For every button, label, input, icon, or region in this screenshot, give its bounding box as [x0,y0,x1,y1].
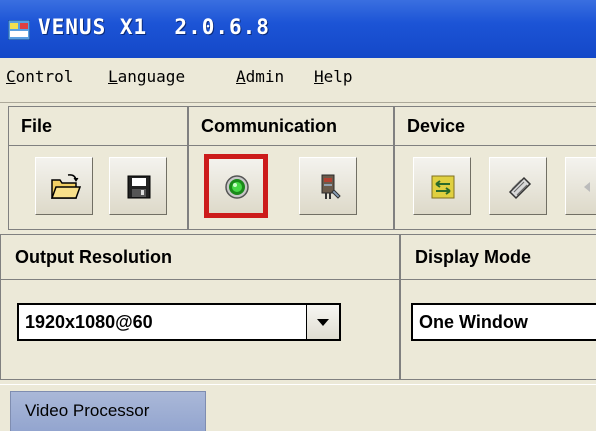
panel-display-mode: Display Mode One Window [400,234,596,380]
menu-admin-rest: dmin [245,67,285,86]
menu-bar: Control Language Admin Help [0,58,596,103]
menu-help[interactable]: Help [314,67,353,86]
save-disk-icon [127,175,151,199]
menu-language[interactable]: Language [108,67,185,86]
swap-button[interactable] [413,157,471,215]
title-bar: VENUS X1 2.0.6.8 [0,0,596,58]
display-mode-title: Display Mode [401,235,596,280]
app-icon [8,20,30,40]
save-button[interactable] [109,157,167,215]
disconnect-button[interactable] [299,157,357,215]
device-more-button[interactable] [565,157,596,215]
ribbon-toolbar: File Communication Device [0,106,596,230]
connect-green-light-icon [225,175,249,199]
chevron-down-icon [317,319,329,326]
disconnect-icon [321,174,341,199]
display-mode-value: One Window [419,312,528,332]
menu-control-rest: ontrol [15,67,74,86]
toolbar-group-file: File [8,106,188,230]
display-mode-select[interactable]: One Window [411,303,596,341]
open-button[interactable] [35,157,93,215]
output-resolution-title: Output Resolution [1,235,399,280]
more-icon [584,182,590,192]
device-tool-button[interactable] [489,157,547,215]
menu-language-rest: anguage [117,67,186,86]
menu-help-rest: elp [323,67,353,86]
group-title-device: Device [395,107,596,146]
menu-control[interactable]: Control [6,67,73,86]
menu-admin-accelerator: A [236,67,246,86]
menu-control-accelerator: C [6,67,16,86]
menu-language-accelerator: L [108,67,118,86]
open-folder-icon [50,174,82,199]
toolbar-group-communication: Communication [188,106,394,230]
output-resolution-select[interactable]: 1920x1080@60 [17,303,341,341]
window-title: VENUS X1 2.0.6.8 [38,15,270,39]
output-resolution-value: 1920x1080@60 [25,312,153,332]
swap-arrows-icon [431,175,455,199]
diamond-tool-icon [508,176,532,200]
tab-video-processor[interactable]: Video Processor [10,391,206,431]
output-resolution-dropdown-button[interactable] [306,305,339,339]
tab-strip: Video Processor [0,384,596,431]
toolbar-group-device: Device [394,106,596,230]
group-title-communication: Communication [189,107,393,146]
panel-output-resolution: Output Resolution 1920x1080@60 [0,234,400,380]
settings-panels: Output Resolution 1920x1080@60 Display M… [0,234,596,380]
group-title-file: File [9,107,187,146]
menu-admin[interactable]: Admin [236,67,284,86]
menu-help-accelerator: H [314,67,324,86]
connect-button[interactable] [204,154,268,218]
